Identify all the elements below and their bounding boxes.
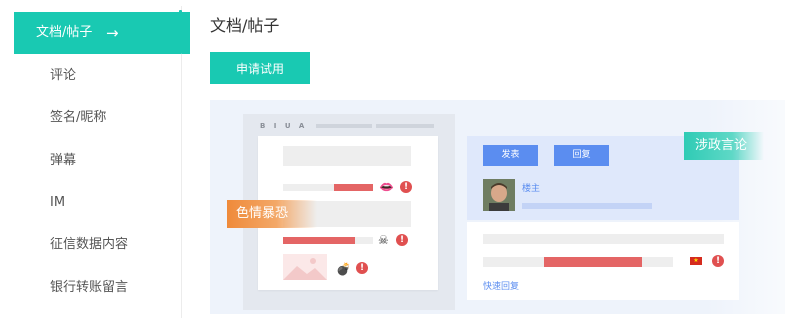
sidebar-item-bank-transfer-note[interactable]: 银行转账留言 bbox=[14, 267, 190, 309]
sidebar-item-label: IM bbox=[50, 195, 66, 210]
warning-icon: ! bbox=[712, 255, 724, 267]
illustration-panel: B I U A 👄 ! ☠ ! 💣 ! 色情暴恐 发表 回复 楼主 涉政言论 ★… bbox=[210, 100, 785, 314]
warning-icon: ! bbox=[356, 262, 368, 274]
flagged-text-highlight bbox=[334, 184, 373, 191]
sidebar-item-label: 征信数据内容 bbox=[50, 237, 129, 252]
post-owner-label: 楼主 bbox=[522, 184, 541, 194]
quick-reply-link: 快速回复 bbox=[483, 282, 520, 292]
warning-icon: ! bbox=[396, 234, 408, 246]
flagged-text-highlight bbox=[544, 257, 642, 267]
sidebar-item-im[interactable]: IM bbox=[14, 182, 190, 224]
bomb-icon: 💣 bbox=[336, 262, 351, 276]
sidebar-nav: 文档/帖子 → 评论 签名/昵称 弹幕 IM 征信数据内容 银行转账留言 bbox=[14, 12, 190, 318]
toolbar-placeholder bbox=[376, 124, 434, 128]
page-title: 文档/帖子 bbox=[210, 16, 280, 35]
text-placeholder bbox=[483, 234, 724, 244]
sidebar-item-label: 文档/帖子 bbox=[36, 25, 93, 40]
sidebar-item-label: 签名/昵称 bbox=[50, 110, 107, 125]
warning-icon: ! bbox=[400, 181, 412, 193]
sidebar-item-comment[interactable]: 评论 bbox=[14, 55, 190, 97]
sidebar-item-credit-data[interactable]: 征信数据内容 bbox=[14, 224, 190, 266]
flag-icon: ★ bbox=[690, 257, 702, 265]
reply-button: 回复 bbox=[554, 145, 609, 166]
sidebar-item-document-post[interactable]: 文档/帖子 → bbox=[14, 12, 190, 54]
avatar bbox=[483, 179, 515, 211]
post-button: 发表 bbox=[483, 145, 538, 166]
sidebar-item-label: 银行转账留言 bbox=[50, 280, 129, 295]
sidebar-active-indicator bbox=[179, 10, 182, 54]
post-content-placeholder bbox=[522, 203, 652, 209]
tag-porn-violence: 色情暴恐 bbox=[227, 200, 317, 228]
image-placeholder-icon bbox=[283, 254, 327, 280]
toolbar-placeholder bbox=[316, 124, 372, 128]
sidebar-item-label: 弹幕 bbox=[50, 153, 77, 168]
right-arrow-icon: → bbox=[106, 24, 119, 42]
sidebar-item-danmaku[interactable]: 弹幕 bbox=[14, 140, 190, 182]
apply-trial-button[interactable]: 申请试用 bbox=[210, 52, 310, 84]
skull-icon: ☠ bbox=[378, 233, 389, 247]
tag-political-speech: 涉政言论 bbox=[684, 132, 764, 160]
lips-icon: 👄 bbox=[379, 180, 394, 194]
sidebar-item-label: 评论 bbox=[50, 68, 77, 83]
flagged-text-highlight bbox=[283, 237, 355, 244]
sidebar-item-signature-nickname[interactable]: 签名/昵称 bbox=[14, 97, 190, 139]
text-placeholder bbox=[283, 146, 411, 166]
editor-toolbar: B I U A bbox=[260, 122, 308, 130]
